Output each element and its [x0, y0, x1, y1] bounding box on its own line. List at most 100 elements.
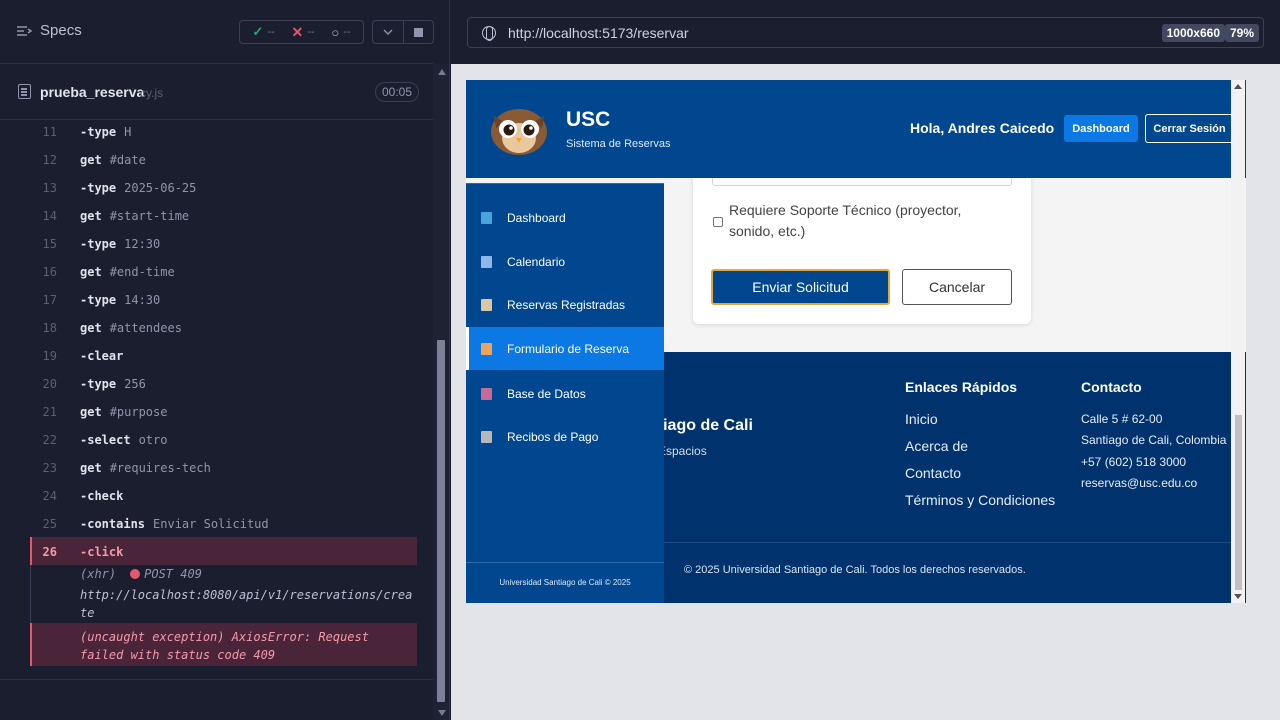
url-bar[interactable]: http://localhost:5173/reservar 1000x660 … — [467, 17, 1264, 48]
command-number: 13 — [42, 181, 57, 195]
footer-divider — [664, 542, 1234, 543]
header-dashboard-button[interactable]: Dashboard — [1064, 115, 1138, 142]
command-name-text: -type — [80, 293, 117, 307]
viewport-size-badge: 1000x660 — [1161, 24, 1225, 42]
sidebar-item-recibos[interactable]: Recibos de Pago — [466, 415, 664, 458]
command-row-failed[interactable]: 26 -click — [30, 537, 417, 565]
sidebar-item-formulario[interactable]: Formulario de Reserva — [466, 327, 664, 370]
xhr-log-entry[interactable]: (xhr) POST 409 http://localhost:8080/api/v… — [30, 565, 417, 623]
owl-logo — [491, 109, 547, 155]
quick-links-title: Enlaces Rápidos — [905, 379, 1018, 395]
command-number: 17 — [42, 293, 57, 307]
scroll-up-icon[interactable] — [438, 69, 446, 75]
stop-button[interactable] — [404, 21, 434, 43]
command-row[interactable]: 13 -type 2025-06-25 — [0, 173, 417, 201]
command-row[interactable]: 20 -type 256 — [0, 369, 417, 397]
app-scrollbar[interactable] — [1231, 80, 1245, 603]
scroll-down-icon[interactable] — [1234, 594, 1242, 599]
app-under-test-panel: http://localhost:5173/reservar 1000x660 … — [451, 0, 1280, 720]
command-name: -clear — [80, 349, 123, 363]
command-name: get #attendees — [80, 321, 182, 335]
command-row[interactable]: 12 get #date — [0, 145, 417, 173]
command-row[interactable]: 21 get #purpose — [0, 397, 417, 425]
command-name: get #start-time — [80, 209, 189, 223]
footer-link-terminos[interactable]: Términos y Condiciones — [905, 492, 1055, 508]
reporter-scrollbar[interactable] — [433, 64, 449, 720]
command-number: 24 — [42, 489, 57, 503]
command-name: -contains Enviar Solicitud — [80, 517, 269, 531]
command-name: get #end-time — [80, 265, 175, 279]
command-name: -select otro — [80, 433, 167, 447]
spec-file-ext: cy.js — [140, 86, 164, 100]
memo-icon — [481, 342, 492, 355]
sidebar-item-label: Reservas Registradas — [507, 297, 626, 312]
receipt-icon — [481, 430, 492, 443]
command-row[interactable]: 19 -clear — [0, 341, 417, 369]
footer-link-contacto[interactable]: Contacto — [905, 465, 961, 481]
app-header: USC Sistema de Reservas Hola, Andres Cai… — [466, 80, 1246, 178]
command-row[interactable]: 16 get #end-time — [0, 257, 417, 285]
sidebar-item-base-datos[interactable]: Base de Datos — [466, 372, 664, 415]
contact-title: Contacto — [1081, 379, 1142, 395]
scroll-down-icon[interactable] — [438, 710, 446, 716]
spec-file-name: prueba_reserva — [40, 84, 145, 100]
sidebar-item-label: Base de Datos — [507, 386, 586, 401]
command-arg: 12:30 — [124, 237, 161, 251]
menu-icon — [17, 25, 32, 36]
app-viewport: Requiere Soporte Técnico (proyector, son… — [466, 80, 1246, 603]
command-row[interactable]: 15 -type 12:30 — [0, 229, 417, 257]
expand-button[interactable] — [373, 21, 404, 43]
check-icon: ✓ — [252, 24, 264, 39]
logout-button[interactable]: Cerrar Sesión — [1145, 114, 1234, 143]
scrollbar-thumb[interactable] — [437, 340, 445, 702]
command-row[interactable]: 22 -select otro — [0, 425, 417, 453]
passed-count: -- — [267, 26, 275, 38]
scroll-up-icon[interactable] — [1234, 84, 1242, 89]
xhr-line: (xhr) POST 409 — [80, 567, 202, 581]
command-number: 14 — [42, 209, 57, 223]
sidebar-item-calendario[interactable]: Calendario — [466, 240, 664, 283]
run-controls — [372, 20, 434, 44]
submit-request-button[interactable]: Enviar Solicitud — [711, 269, 890, 305]
cancel-button[interactable]: Cancelar — [902, 269, 1012, 305]
command-row[interactable]: 17 -type 14:30 — [0, 285, 417, 313]
command-arg: #date — [109, 153, 146, 167]
sidebar-item-reservas[interactable]: Reservas Registradas — [466, 283, 664, 326]
command-row[interactable]: 25 -contains Enviar Solicitud — [0, 509, 417, 537]
spec-file-row[interactable]: prueba_reserva cy.js 00:05 — [0, 65, 433, 120]
reservation-form-card: Requiere Soporte Técnico (proyector, son… — [693, 165, 1031, 324]
command-name-text: -type — [80, 377, 117, 391]
exception-text: (uncaught exception) AxiosError: Request… — [80, 630, 369, 662]
command-name: -type 2025-06-25 — [80, 181, 196, 195]
command-row[interactable]: 23 get #requires-tech — [0, 453, 417, 481]
sidebar-item-label: Formulario de Reserva — [507, 341, 630, 356]
command-name-text: -check — [80, 489, 124, 503]
command-row[interactable]: 11 -type H — [0, 120, 417, 145]
specs-button[interactable]: Specs — [16, 22, 82, 39]
command-row[interactable]: 14 get #start-time — [0, 201, 417, 229]
contact-phone: +57 (602) 518 3000 — [1081, 455, 1187, 469]
command-name-text: -type — [80, 237, 117, 251]
clipboard-icon — [481, 298, 492, 311]
contact-address: Calle 5 # 62-00 — [1081, 412, 1163, 426]
command-arg: Enviar Solicitud — [153, 517, 269, 531]
requires-tech-checkbox[interactable] — [713, 217, 723, 227]
footer-link-inicio[interactable]: Inicio — [905, 411, 938, 427]
sidebar-item-dashboard[interactable]: Dashboard — [466, 196, 664, 239]
command-number: 12 — [42, 153, 57, 167]
globe-icon — [482, 25, 496, 41]
footer-link-acerca[interactable]: Acerca de — [905, 438, 968, 454]
command-name: -type H — [80, 125, 131, 139]
uncaught-exception-entry[interactable]: (uncaught exception) AxiosError: Request… — [30, 623, 417, 666]
command-row[interactable]: 24 -check — [0, 481, 417, 509]
cross-icon: ✕ — [291, 23, 304, 40]
sidebar-footer: Universidad Santiago de Cali © 2025 — [466, 562, 664, 603]
command-name: -type 12:30 — [80, 237, 160, 251]
command-name: get #requires-tech — [80, 461, 211, 475]
contact-city: Santiago de Cali, Colombia — [1081, 433, 1227, 447]
command-row[interactable]: 18 get #attendees — [0, 313, 417, 341]
command-number: 21 — [42, 405, 57, 419]
command-number: 18 — [42, 321, 57, 335]
scrollbar-thumb[interactable] — [1235, 415, 1242, 590]
sidebar-item-label: Recibos de Pago — [507, 429, 599, 444]
